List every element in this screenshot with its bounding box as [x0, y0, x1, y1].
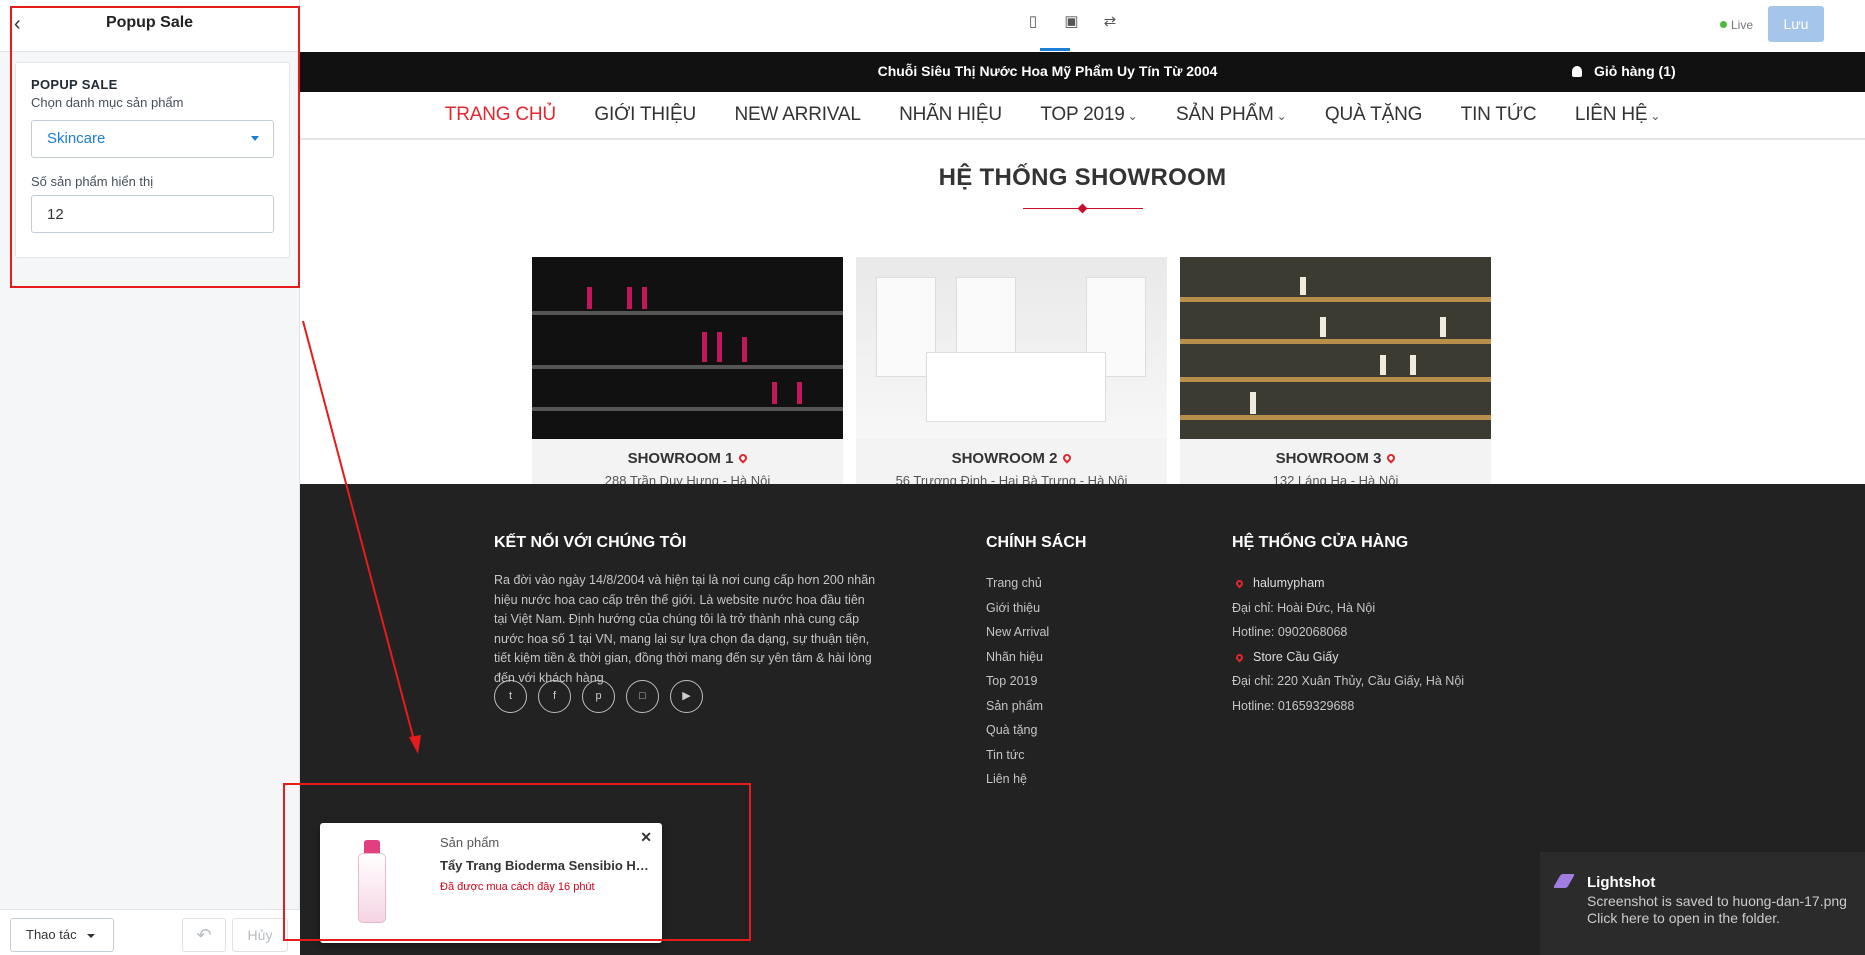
notification-line-1: Screenshot is saved to huong-dan-17.png [1587, 893, 1847, 909]
lightshot-icon [1552, 874, 1576, 888]
notification-line-2: Click here to open in the folder. [1587, 910, 1781, 926]
notification-title: Lightshot [1587, 874, 1656, 891]
lightshot-notification[interactable]: Lightshot Screenshot is saved to huong-d… [1540, 852, 1865, 955]
annotation-arrow [302, 320, 421, 754]
notification-message: Screenshot is saved to huong-dan-17.png … [1587, 893, 1847, 927]
